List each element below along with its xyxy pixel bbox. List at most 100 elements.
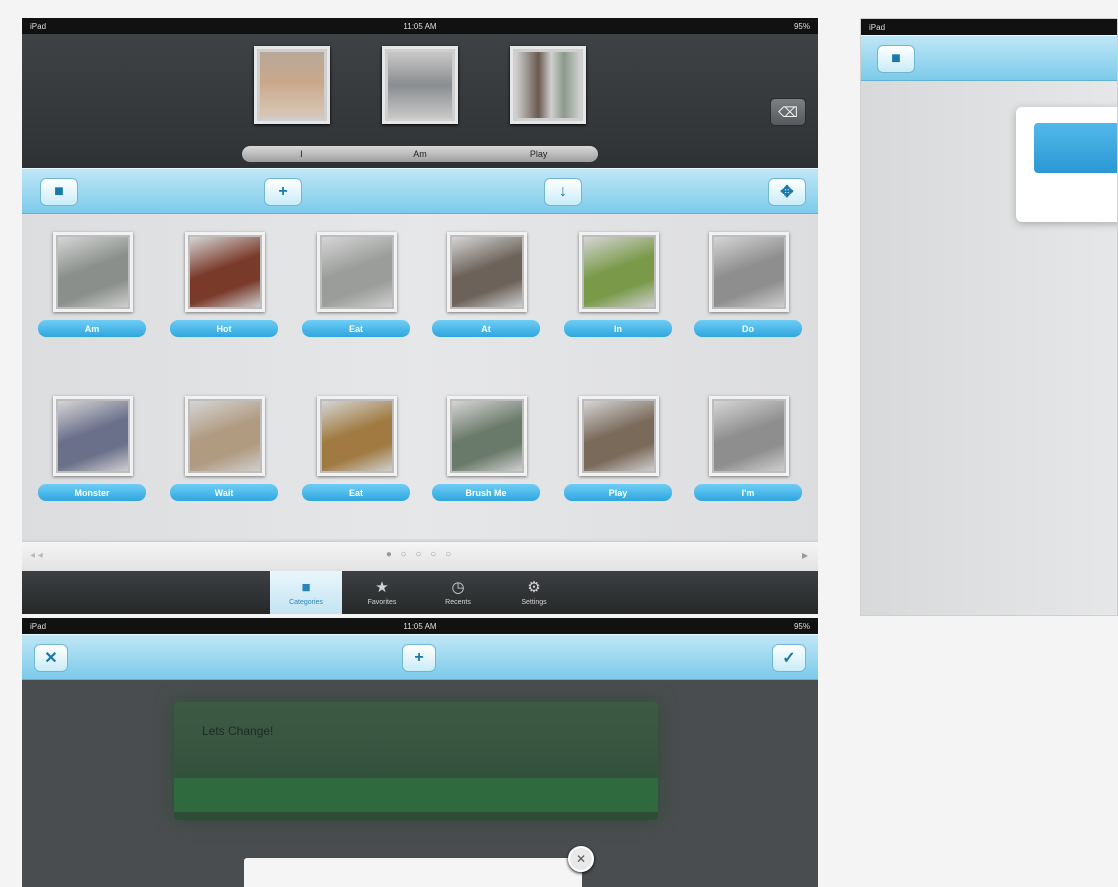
symbol-tile[interactable]: Play xyxy=(564,396,674,506)
secondary-screen: iPad ■ xyxy=(860,18,1118,616)
board-input-line[interactable] xyxy=(174,778,658,812)
photo-thumbnail xyxy=(190,401,260,471)
battery-label: 95% xyxy=(793,621,810,631)
tab-label: Categories xyxy=(289,599,323,606)
photo-thumbnail xyxy=(322,237,392,307)
photo-thumbnail xyxy=(714,401,784,471)
main-toolbar: ■ + ↓ ✥ xyxy=(22,168,818,214)
tab-label: Settings xyxy=(521,599,547,606)
photo-thumbnail xyxy=(584,401,654,471)
plus-icon: + xyxy=(278,183,288,200)
tab-settings[interactable]: ⚙ Settings xyxy=(498,571,570,614)
dialog-close-button[interactable]: ✕ xyxy=(568,846,594,872)
symbol-tile[interactable]: Eat xyxy=(302,396,412,506)
tab-label: Recents xyxy=(445,599,471,606)
tile-label: Brush Me xyxy=(432,484,540,501)
tile-frame xyxy=(185,396,265,476)
photo-thumbnail xyxy=(58,237,128,307)
sentence-board[interactable]: Lets Change! xyxy=(174,702,658,820)
backspace-button[interactable]: ⌫ xyxy=(770,98,806,126)
clock-label: 11:05 AM xyxy=(403,21,437,31)
page-control-bar: ◂ ◂ ● ○ ○ ○ ○ ▸ xyxy=(22,541,818,571)
tile-label: I'm xyxy=(694,484,802,501)
main-screen: iPad 11:05 AM 95% I Am Play ⌫ ■ + ↓ ✥ Am… xyxy=(22,18,818,614)
tile-frame xyxy=(579,396,659,476)
tile-label: Monster xyxy=(38,484,146,501)
page-dots[interactable]: ● ○ ○ ○ ○ xyxy=(22,549,818,560)
home-icon: ■ xyxy=(891,50,901,67)
tile-frame xyxy=(709,396,789,476)
editor-screen: iPad 11:05 AM 95% ✕ + ✓ Lets Change! ✕ xyxy=(22,618,818,887)
strip-word: Am xyxy=(413,149,427,159)
strip-card-1[interactable] xyxy=(254,46,330,124)
tab-categories[interactable]: ■ Categories xyxy=(270,571,342,614)
home-button[interactable]: ■ xyxy=(877,45,915,73)
battery-label: 95% xyxy=(793,21,810,31)
tile-label: Do xyxy=(694,320,802,337)
status-bar: iPad 11:05 AM 95% xyxy=(22,618,818,634)
tab-recents[interactable]: ◷ Recents xyxy=(422,571,494,614)
symbol-tile[interactable]: Eat xyxy=(302,232,412,342)
strip-card-3[interactable] xyxy=(510,46,586,124)
close-icon: ✕ xyxy=(44,650,58,667)
checkmark-icon: ✓ xyxy=(782,650,796,667)
backspace-icon: ⌫ xyxy=(778,103,798,120)
tile-frame xyxy=(53,232,133,312)
photo-thumbnail xyxy=(714,237,784,307)
tile-frame xyxy=(185,232,265,312)
photo-thumbnail xyxy=(322,401,392,471)
tile-frame xyxy=(53,396,133,476)
strip-word: I xyxy=(300,149,303,159)
add-button[interactable]: + xyxy=(264,178,302,206)
strip-word: Play xyxy=(529,149,548,159)
symbol-tile[interactable]: Monster xyxy=(38,396,148,506)
popover-panel xyxy=(1016,107,1117,222)
tile-label: At xyxy=(432,320,540,337)
home-button[interactable]: ■ xyxy=(40,178,78,206)
tile-label: Eat xyxy=(302,320,410,337)
tile-frame xyxy=(579,232,659,312)
board-title: Lets Change! xyxy=(202,724,274,738)
symbol-tile[interactable]: At xyxy=(432,232,542,342)
tile-label: Eat xyxy=(302,484,410,501)
tile-frame xyxy=(447,232,527,312)
tab-favorites[interactable]: ★ Favorites xyxy=(346,571,418,614)
photo-thumbnail xyxy=(388,52,452,118)
popover-action-button[interactable] xyxy=(1034,123,1117,173)
carrier-label: iPad xyxy=(30,21,47,31)
photo-thumbnail xyxy=(452,237,522,307)
confirm-button[interactable]: ✓ xyxy=(772,644,806,672)
photo-thumbnail xyxy=(516,52,580,118)
status-bar: iPad 11:05 AM 95% xyxy=(22,18,818,34)
clock-label: 11:05 AM xyxy=(403,621,437,631)
add-button[interactable]: + xyxy=(402,644,436,672)
strip-card-2[interactable] xyxy=(382,46,458,124)
screenshot-canvas: iPad 11:05 AM 95% I Am Play ⌫ ■ + ↓ ✥ Am… xyxy=(0,0,1118,887)
symbol-tile[interactable]: Brush Me xyxy=(432,396,542,506)
plus-icon: + xyxy=(414,649,424,666)
tile-frame xyxy=(317,396,397,476)
photo-thumbnail xyxy=(584,237,654,307)
photo-thumbnail xyxy=(58,401,128,471)
home-icon: ■ xyxy=(54,183,64,200)
symbol-tile[interactable]: In xyxy=(564,232,674,342)
symbol-tile[interactable]: Hot xyxy=(170,232,280,342)
symbol-tile[interactable]: Do xyxy=(694,232,804,342)
symbol-tile[interactable]: Am xyxy=(38,232,148,342)
secondary-toolbar: ■ xyxy=(861,35,1117,81)
download-icon: ↓ xyxy=(559,183,567,200)
symbol-tile[interactable]: Wait xyxy=(170,396,280,506)
sentence-strip[interactable]: I Am Play ⌫ xyxy=(22,34,818,168)
tile-frame xyxy=(709,232,789,312)
download-button[interactable]: ↓ xyxy=(544,178,582,206)
move-button[interactable]: ✥ xyxy=(768,178,806,206)
photo-thumbnail xyxy=(260,52,324,118)
tile-label: Play xyxy=(564,484,672,501)
next-page-button[interactable]: ▸ xyxy=(802,548,808,562)
symbol-tile[interactable]: I'm xyxy=(694,396,804,506)
cancel-button[interactable]: ✕ xyxy=(34,644,68,672)
carrier-label: iPad xyxy=(869,22,886,32)
tile-label: Hot xyxy=(170,320,278,337)
categories-icon: ■ xyxy=(301,579,311,596)
move-icon: ✥ xyxy=(780,184,794,201)
